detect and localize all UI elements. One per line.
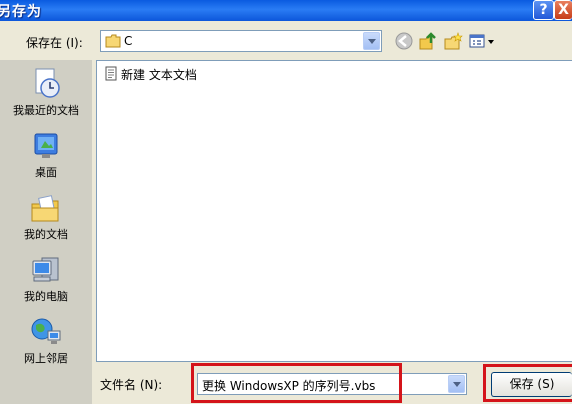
location-value: C: [124, 34, 133, 48]
place-recent-documents[interactable]: 我最近的文档: [0, 66, 92, 124]
desktop-icon: [34, 133, 58, 158]
location-dropdown[interactable]: C: [100, 30, 382, 52]
help-button[interactable]: ?: [533, 0, 554, 20]
place-label: 网上邻居: [24, 352, 68, 365]
new-folder-icon[interactable]: [443, 31, 463, 51]
file-name: 新建 文本文档: [121, 68, 197, 82]
chevron-down-icon[interactable]: [363, 32, 380, 50]
place-desktop[interactable]: 桌面: [0, 132, 92, 190]
network-places-icon: [31, 318, 61, 344]
place-label: 桌面: [35, 166, 57, 179]
folder-icon: [105, 34, 121, 48]
my-computer-icon: [32, 257, 59, 282]
save-button[interactable]: 保存 (S): [491, 372, 572, 397]
place-label: 我的电脑: [24, 290, 68, 303]
file-list[interactable]: 新建 文本文档: [96, 60, 572, 362]
recent-documents-icon: [35, 68, 60, 98]
place-label: 我最近的文档: [13, 104, 79, 117]
my-documents-icon: [31, 195, 59, 222]
view-menu-icon[interactable]: [467, 31, 499, 51]
window-title: 另存为: [0, 4, 42, 20]
filename-value: 更换 WindowsXP 的序列号.vbs: [202, 379, 376, 393]
save-in-label: 保存在 (I):: [26, 36, 83, 50]
place-network-places[interactable]: 网上邻居: [0, 316, 92, 374]
title-bar: 另存为 ? X: [0, 0, 572, 21]
up-folder-icon[interactable]: [418, 31, 438, 51]
text-file-icon: [105, 66, 117, 81]
close-button[interactable]: X: [554, 0, 572, 20]
place-my-computer[interactable]: 我的电脑: [0, 254, 92, 312]
back-icon[interactable]: [394, 31, 414, 51]
places-bar: 我最近的文档 桌面 我的文档 我的电脑 网上邻居: [0, 60, 92, 404]
place-my-documents[interactable]: 我的文档: [0, 194, 92, 252]
chevron-down-icon[interactable]: [448, 375, 465, 393]
place-label: 我的文档: [24, 228, 68, 241]
filename-field[interactable]: 更换 WindowsXP 的序列号.vbs: [197, 373, 467, 395]
filename-label: 文件名 (N):: [100, 378, 163, 392]
